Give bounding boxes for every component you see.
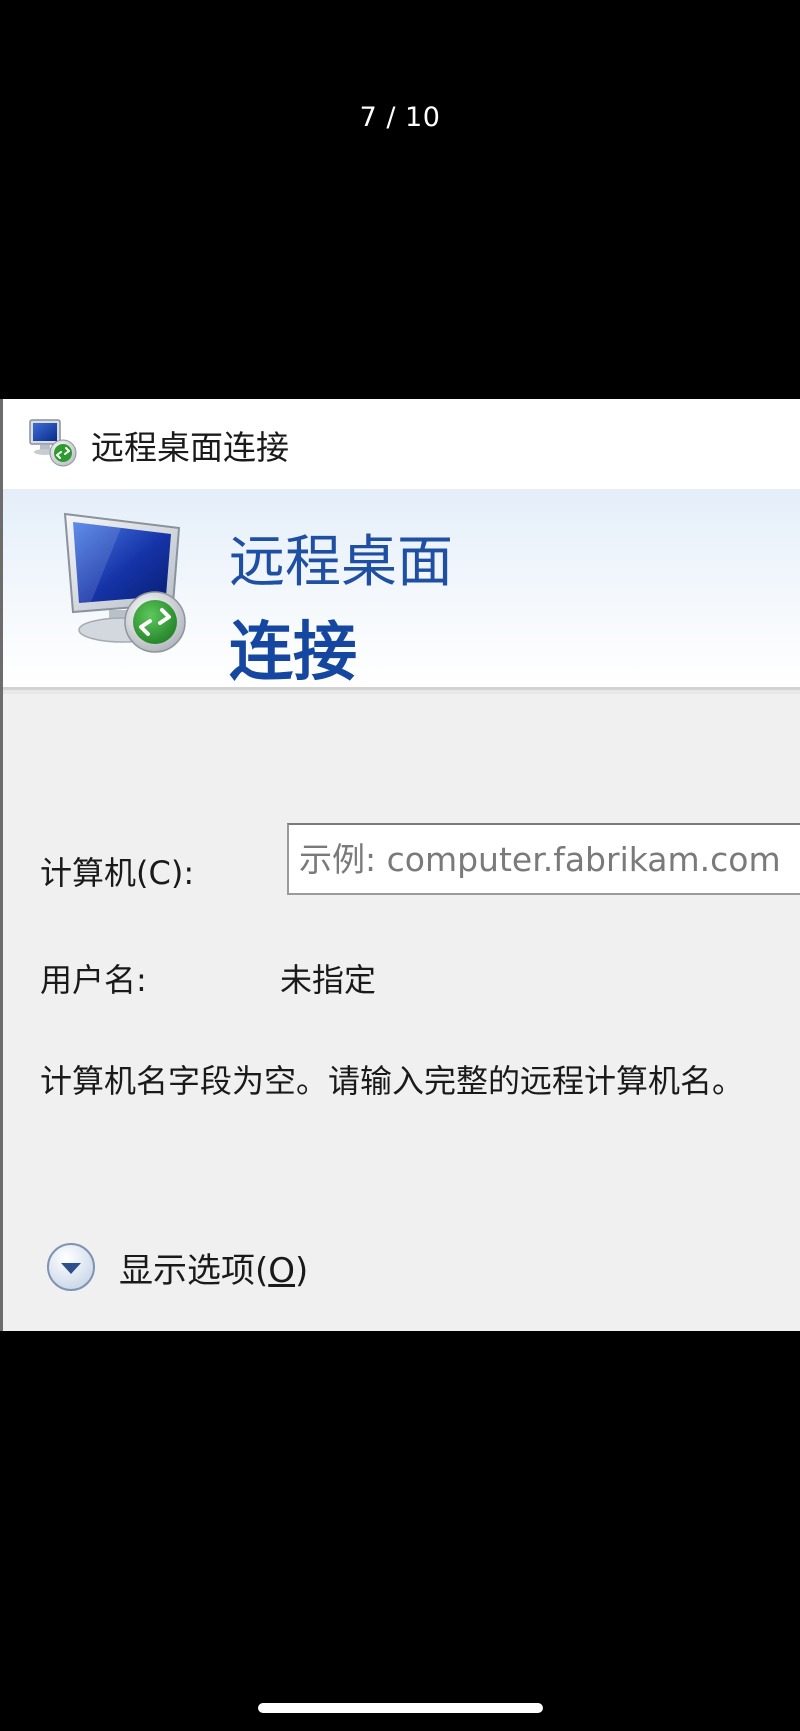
title-bar: 远程桌面连接	[3, 399, 800, 489]
page-counter: 7 / 10	[359, 102, 441, 133]
computer-label: 计算机(C):	[40, 854, 195, 892]
show-options-button[interactable]: 显示选项(O)	[45, 1239, 308, 1295]
banner-divider-shadow	[3, 690, 800, 694]
username-label: 用户名:	[40, 961, 147, 999]
home-indicator[interactable]	[258, 1703, 543, 1713]
image-viewer: 7 / 10 远程桌面连接 远程桌面 连接 计算机(C): 示例: comput…	[0, 0, 800, 1731]
banner-title-line2: 连接	[229, 616, 357, 690]
computer-input[interactable]	[287, 823, 800, 895]
remote-desktop-monitor-icon	[63, 512, 186, 653]
status-message: 计算机名字段为空。请输入完整的远程计算机名。	[40, 1062, 745, 1100]
username-value: 未指定	[280, 961, 377, 999]
remote-desktop-icon	[29, 419, 77, 467]
window-title: 远程桌面连接	[91, 428, 289, 467]
chevron-down-circle-icon[interactable]	[45, 1241, 97, 1293]
show-options-label: 显示选项(O)	[119, 1250, 309, 1291]
banner-title-line1: 远程桌面	[229, 530, 453, 595]
remote-desktop-dialog: 远程桌面连接 远程桌面 连接 计算机(C): 示例: computer.fabr…	[0, 399, 800, 1331]
